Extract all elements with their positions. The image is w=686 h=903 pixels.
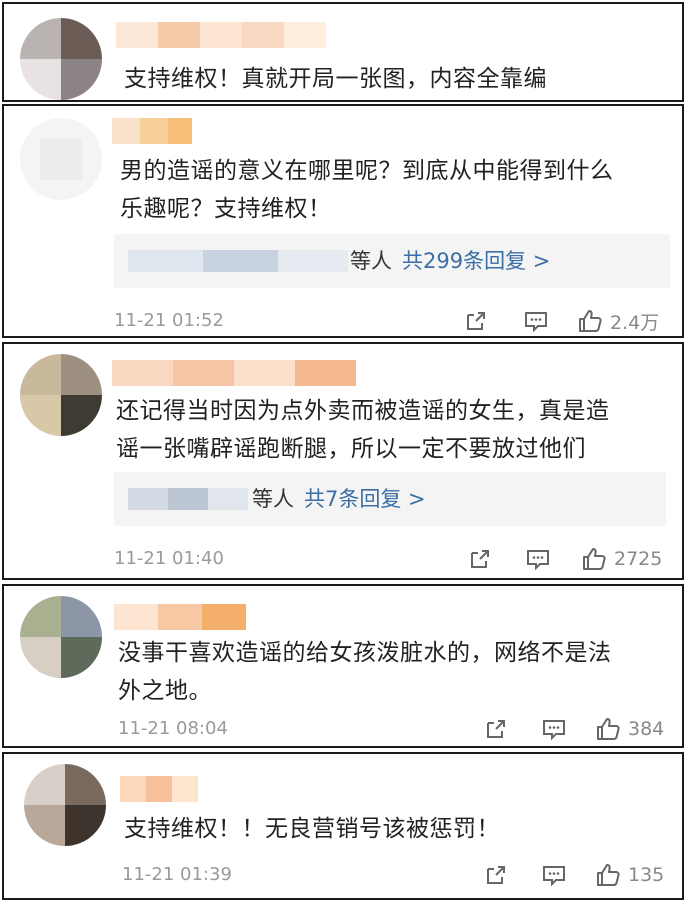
share-icon xyxy=(487,720,505,738)
like-count: 2725 xyxy=(614,548,663,570)
reply-summary[interactable]: 等人 共7条回复 > xyxy=(114,472,666,526)
share-icon xyxy=(467,312,485,330)
timestamp: 11-21 01:40 xyxy=(114,548,224,569)
reply-suffix: 等人 xyxy=(350,249,392,273)
like-button[interactable]: 135 xyxy=(594,860,664,890)
comment-icon xyxy=(525,312,547,333)
share-button[interactable] xyxy=(462,306,490,336)
like-count: 135 xyxy=(628,864,665,886)
comment-text: 男的造谣的意义在哪里呢？到底从中能得到什么 乐趣呢？支持维权！ xyxy=(120,158,614,222)
like-button[interactable]: 384 xyxy=(594,714,664,744)
reply-users xyxy=(128,488,248,510)
comment-button[interactable] xyxy=(524,544,552,574)
share-icon xyxy=(471,550,489,568)
share-icon xyxy=(487,866,505,884)
comment-card: 男的造谣的意义在哪里呢？到底从中能得到什么 乐趣呢？支持维权！ 等人 共299条回… xyxy=(2,104,684,338)
thumb-up-icon xyxy=(579,310,602,332)
view-replies-link[interactable]: 共7条回复 > xyxy=(304,487,426,511)
comment-card: 还记得当时因为点外卖而被造谣的女生，真是造 谣一张嘴辟谣跑断腿，所以一定不要放过… xyxy=(2,342,684,580)
reply-summary[interactable]: 等人 共299条回复 > xyxy=(114,234,670,288)
username[interactable] xyxy=(116,22,326,48)
like-count: 2.4万 xyxy=(610,311,660,334)
comment-icon xyxy=(527,550,549,571)
comment-icon xyxy=(543,720,565,741)
share-button[interactable] xyxy=(482,714,510,744)
thumb-up-icon xyxy=(597,864,620,886)
like-button[interactable]: 2.4万 xyxy=(576,306,659,336)
comment-text: 支持维权！真就开局一张图，内容全靠编 xyxy=(124,66,547,92)
thumb-up-icon xyxy=(597,718,620,740)
comment-text: 还记得当时因为点外卖而被造谣的女生，真是造 谣一张嘴辟谣跑断腿，所以一定不要放过… xyxy=(116,398,610,462)
avatar[interactable] xyxy=(20,354,102,436)
timestamp: 11-21 01:52 xyxy=(114,310,224,331)
comment-button[interactable] xyxy=(540,714,568,744)
share-button[interactable] xyxy=(466,544,494,574)
comment-text: 没事干喜欢造谣的给女孩泼脏水的，网络不是法 外之地。 xyxy=(118,640,612,704)
avatar[interactable] xyxy=(20,596,102,678)
like-button[interactable]: 2725 xyxy=(580,544,662,574)
comment-icon xyxy=(543,866,565,887)
username[interactable] xyxy=(120,776,198,802)
username[interactable] xyxy=(112,360,356,386)
comment-button[interactable] xyxy=(540,860,568,890)
avatar[interactable] xyxy=(24,764,106,846)
comment-text: 支持维权！！无良营销号该被惩罚！ xyxy=(124,816,500,842)
reply-users xyxy=(128,250,348,272)
timestamp: 11-21 01:39 xyxy=(122,864,232,885)
comment-card: 没事干喜欢造谣的给女孩泼脏水的，网络不是法 外之地。 11-21 08:04 3… xyxy=(2,584,684,748)
timestamp: 11-21 08:04 xyxy=(118,718,228,739)
share-button[interactable] xyxy=(482,860,510,890)
view-replies-link[interactable]: 共299条回复 > xyxy=(402,249,550,273)
comment-card: 支持维权！！无良营销号该被惩罚！ 11-21 01:39 135 xyxy=(2,752,684,900)
like-count: 384 xyxy=(628,718,665,740)
avatar[interactable] xyxy=(20,18,102,100)
comment-card: 支持维权！真就开局一张图，内容全靠编 xyxy=(2,2,684,102)
reply-suffix: 等人 xyxy=(252,487,294,511)
thumb-up-icon xyxy=(583,548,606,570)
comment-button[interactable] xyxy=(522,306,550,336)
username[interactable] xyxy=(114,604,246,630)
username[interactable] xyxy=(112,118,192,144)
avatar[interactable] xyxy=(20,118,102,200)
